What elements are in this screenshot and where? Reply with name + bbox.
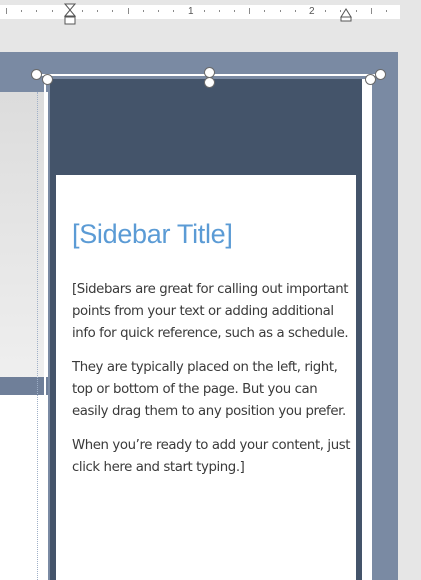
ruler-tick	[97, 10, 98, 12]
ruler-tick	[264, 10, 265, 12]
selection-outline-right	[370, 76, 372, 580]
ruler-tick	[234, 10, 235, 12]
sidebar-paragraph[interactable]: When you’re ready to add your content, j…	[72, 435, 352, 479]
ruler-tick	[6, 8, 7, 14]
horizontal-ruler[interactable]: 1 2	[0, 0, 421, 25]
left-indent-marker[interactable]	[64, 3, 76, 29]
left-page-region	[0, 92, 48, 580]
ruler-tick	[371, 8, 372, 14]
ruler-tick	[143, 10, 144, 12]
resize-handle-top-left[interactable]	[31, 69, 42, 80]
ruler-tick	[325, 10, 326, 12]
resize-handle-top-right[interactable]	[375, 69, 386, 80]
sidebar-paragraph[interactable]: [Sidebars are great for calling out impo…	[72, 279, 352, 345]
ruler-tick	[173, 10, 174, 12]
sidebar-right-strip	[362, 79, 370, 580]
document-canvas: [Sidebar Title] [Sidebars are great for …	[0, 52, 398, 580]
ruler-mark-2: 2	[309, 6, 315, 17]
ruler-tick	[280, 10, 281, 12]
margin-guide	[37, 92, 38, 580]
ruler-tick	[82, 10, 83, 12]
sidebar-text-box[interactable]: [Sidebar Title] [Sidebars are great for …	[50, 79, 362, 580]
ruler-tick	[249, 8, 250, 14]
ruler-tick	[295, 10, 296, 12]
sidebar-title[interactable]: [Sidebar Title]	[72, 219, 233, 250]
ruler-tick	[386, 10, 387, 12]
ruler-tick	[21, 10, 22, 12]
sidebar-body[interactable]: [Sidebars are great for calling out impo…	[72, 279, 352, 491]
sidebar-paragraph[interactable]: They are typically placed on the left, r…	[72, 357, 352, 423]
selection-outline-left	[44, 76, 46, 580]
sidebar-header-block	[56, 79, 356, 175]
ruler-tick	[36, 10, 37, 12]
ruler-tick	[112, 10, 113, 12]
right-indent-marker[interactable]	[340, 8, 352, 22]
ruler-tick	[128, 8, 129, 14]
resize-handle-top[interactable]	[204, 77, 215, 88]
left-blue-bar	[0, 377, 48, 395]
resize-handle-top-left-inner[interactable]	[42, 74, 53, 85]
ruler-tick	[204, 10, 205, 12]
ruler-tick	[356, 10, 357, 12]
ruler-mark-1: 1	[188, 6, 194, 17]
ruler-tick	[52, 10, 53, 12]
ruler-tick	[219, 10, 220, 12]
ruler-tick	[158, 10, 159, 12]
